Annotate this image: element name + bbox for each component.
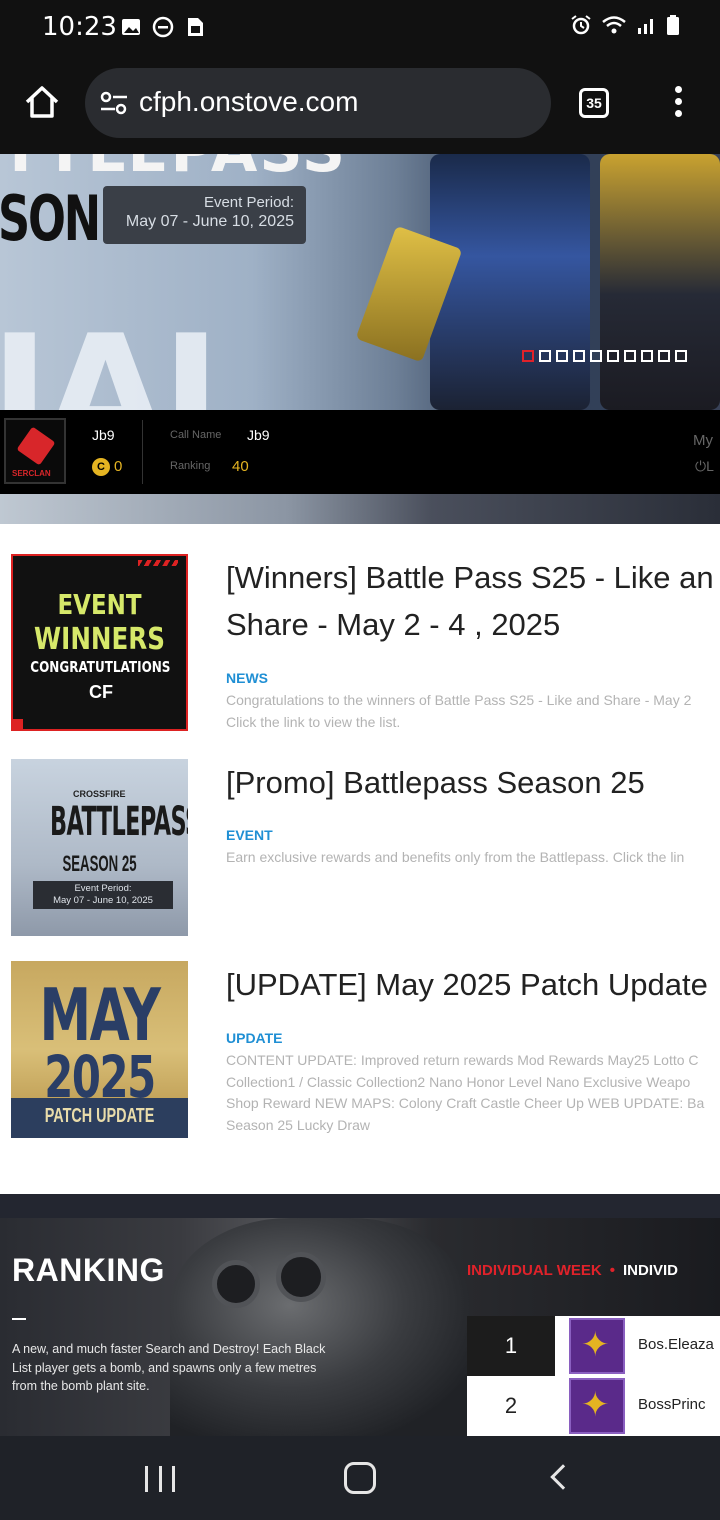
banner-character-1 [430,154,590,410]
news-title[interactable]: [Winners] Battle Pass S25 - Like an [226,554,714,601]
signal-icon [638,19,653,34]
carousel-indicators [522,350,687,362]
alarm-icon [571,15,591,35]
image-icon [122,19,140,35]
carousel-dot[interactable] [624,350,636,362]
sim-icon [188,18,203,36]
tab-individual-week[interactable]: INDIVIDUAL WEEK [467,1262,602,1279]
news-thumbnail[interactable]: CROSSFIRE BATTLEPASS SEASON 25 Event Per… [11,759,188,936]
browser-toolbar: cfph.onstove.com 35 [0,58,720,154]
logout-link[interactable]: ⏻L [695,458,714,475]
thumb-text: EVENT [57,588,142,621]
banner-strip [0,494,720,524]
thumb-text: BATTLEPASS [49,799,188,845]
player-name: Jb9 [92,427,115,443]
status-bar: 10:23 [0,0,720,58]
thumb-text: WINNERS [34,622,165,657]
home-icon[interactable] [22,82,62,122]
event-period-dates: May 07 - June 10, 2025 [125,213,294,230]
rank-badge-icon: ✦ [569,1378,625,1434]
thumb-brand: CROSSFIRE [73,789,126,799]
more-menu-icon[interactable] [668,86,688,122]
coin-balance: 0 [114,458,123,475]
divider [142,420,143,484]
recent-apps-icon[interactable] [145,1466,175,1492]
banner-big-text: JAI [0,300,221,411]
carousel-dot[interactable] [641,350,653,362]
hero-banner[interactable]: TTLEPASS SON 25 Event Period: May 07 - J… [0,154,720,410]
event-period-box: Event Period: May 07 - June 10, 2025 [103,186,306,244]
news-desc: Shop Reward NEW MAPS: Colony Craft Castl… [226,1095,705,1111]
news-desc: Collection1 / Classic Collection2 Nano H… [226,1073,691,1090]
tabs-button[interactable]: 35 [579,88,609,118]
carousel-dot[interactable] [522,350,534,362]
wifi-icon [602,16,626,34]
news-title[interactable]: [UPDATE] May 2025 Patch Update [226,961,708,1008]
ranking-description: A new, and much faster Search and Destro… [12,1342,326,1393]
rank-number: 1 [467,1316,555,1376]
callname-label: Call Name [170,429,222,441]
rank-badge-icon: ✦ [569,1318,625,1374]
thumb-text: CONGRATUTLATIONS [30,658,171,676]
callname-value: Jb9 [247,427,270,443]
news-list: EVENT WINNERS CONGRATUTLATIONS CF [Winne… [0,524,720,1194]
news-thumbnail[interactable]: EVENT WINNERS CONGRATUTLATIONS CF [11,554,188,731]
news-tag: NEWS [226,670,268,686]
banner-character-2 [600,154,720,410]
tab-individual[interactable]: INDIVID [623,1262,678,1279]
ranking-soldier-image [170,1218,470,1436]
news-desc: Congratulations to the winners of Battle… [226,692,692,708]
ranking-section: RANKING A new, and much faster Search an… [0,1194,720,1436]
system-nav-bar [0,1436,720,1520]
cf-logo: CF [89,682,113,702]
clan-logo[interactable]: SERCLAN [4,418,66,484]
url-text[interactable]: cfph.onstove.com [139,86,358,118]
power-icon: ⏻ [695,458,707,474]
carousel-dot[interactable] [675,350,687,362]
news-tag: UPDATE [226,1030,283,1046]
clan-logo-text: SERCLAN [12,469,51,478]
news-desc: CONTENT UPDATE: Improved return rewards … [226,1052,699,1068]
carousel-dot[interactable] [573,350,585,362]
news-tag: EVENT [226,827,273,843]
address-bar[interactable]: cfph.onstove.com [85,68,551,138]
carousel-dot[interactable] [556,350,568,362]
ranking-value: 40 [232,458,249,475]
thumb-text: PATCH UPDATE [44,1105,155,1127]
news-thumbnail[interactable]: MAY 2025 PATCH UPDATE [11,961,188,1138]
rank-number: 2 [467,1376,555,1436]
logout-label: L [706,458,714,474]
news-title[interactable]: [Promo] Battlepass Season 25 [226,759,645,806]
carousel-dot[interactable] [607,350,619,362]
ranking-tabs: INDIVIDUAL WEEK • INDIVID [467,1262,679,1279]
carousel-dot[interactable] [658,350,670,362]
dnd-icon [152,16,174,38]
ranking-label: Ranking [170,460,211,472]
ranking-row[interactable]: 1 ✦ Bos.Eleaza [467,1316,720,1376]
status-time: 10:23 [42,12,117,42]
coin-icon: C [92,458,110,476]
my-page-link[interactable]: My [693,432,713,449]
news-desc: Earn exclusive rewards and benefits only… [226,849,685,865]
news-desc: Click the link to view the list. [226,713,401,730]
profile-bar: SERCLAN Jb9 C 0 Call Name Jb9 Ranking 40… [0,410,720,494]
thumb-text: SEASON 25 [62,851,137,876]
carousel-dot[interactable] [590,350,602,362]
home-button-icon[interactable] [344,1462,376,1494]
event-period-label: Event Period: [203,194,294,211]
thumb-event-period: Event Period: May 07 - June 10, 2025 [33,881,173,909]
rank-player-name: BossPrinc [638,1396,706,1413]
back-icon[interactable] [550,1464,576,1490]
ranking-row[interactable]: 2 ✦ BossPrinc [467,1376,720,1436]
news-title[interactable]: Share - May 2 - 4 , 2025 [226,601,560,648]
news-desc: Season 25 Lucky Draw [226,1116,370,1133]
ranking-title: RANKING [12,1252,165,1288]
rank-player-name: Bos.Eleaza [638,1336,714,1353]
carousel-dot[interactable] [539,350,551,362]
site-settings-icon[interactable] [99,90,129,116]
battery-icon [667,15,679,35]
